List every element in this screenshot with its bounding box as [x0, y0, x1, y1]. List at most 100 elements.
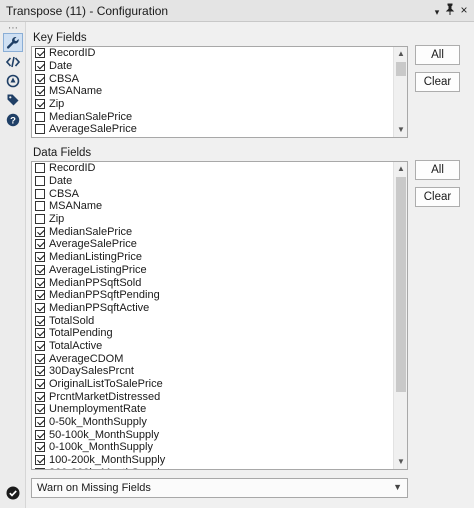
checkbox[interactable]	[35, 467, 45, 469]
list-item[interactable]: RecordID	[32, 47, 393, 60]
list-item[interactable]: AverageCDOM	[32, 352, 393, 365]
data-fields-clear-button[interactable]: Clear	[415, 187, 460, 207]
checkbox[interactable]	[35, 417, 45, 428]
checkbox[interactable]	[35, 429, 45, 440]
checkbox[interactable]	[35, 73, 45, 84]
scroll-thumb[interactable]	[396, 177, 406, 392]
data-fields-scrollbar[interactable]: ▲ ▼	[393, 162, 407, 469]
checkbox[interactable]	[35, 86, 45, 97]
checkbox[interactable]	[35, 99, 45, 110]
checkbox[interactable]	[35, 391, 45, 402]
list-item[interactable]: MedianListingPrice	[32, 251, 393, 264]
checkbox[interactable]	[35, 277, 45, 288]
list-item[interactable]: 100-200k_MonthSupply	[32, 454, 393, 467]
checkbox[interactable]	[35, 404, 45, 415]
list-item[interactable]: Date	[32, 175, 393, 188]
list-item[interactable]: RecordID	[32, 162, 393, 175]
list-item[interactable]: TotalPending	[32, 327, 393, 340]
field-name-label: CBSA	[49, 187, 79, 200]
checkbox[interactable]	[35, 328, 45, 339]
list-item[interactable]: MedianPPSqftPending	[32, 289, 393, 302]
list-item[interactable]: MedianSalePrice	[32, 110, 393, 123]
key-fields-scrollbar[interactable]: ▲ ▼	[393, 47, 407, 137]
list-item[interactable]: TotalSold	[32, 314, 393, 327]
list-item[interactable]: TotalActive	[32, 340, 393, 353]
checkbox[interactable]	[35, 239, 45, 250]
checkbox[interactable]	[35, 315, 45, 326]
chevron-down-icon[interactable]: ▼	[393, 482, 402, 492]
checkbox[interactable]	[35, 264, 45, 275]
missing-fields-dropdown[interactable]: Warn on Missing Fields ▼	[31, 478, 408, 498]
checkbox[interactable]	[35, 111, 45, 122]
checkbox[interactable]	[35, 366, 45, 377]
key-fields-all-button[interactable]: All	[415, 45, 460, 65]
list-item[interactable]: CBSA	[32, 72, 393, 85]
list-item[interactable]: MedianPPSqftSold	[32, 276, 393, 289]
tag-icon[interactable]	[3, 90, 23, 109]
menu-dropdown-icon[interactable]: ▾	[431, 5, 443, 19]
close-icon[interactable]: ×	[458, 3, 470, 17]
list-item[interactable]: AverageSalePrice	[32, 238, 393, 251]
target-icon[interactable]	[3, 71, 23, 90]
checkbox[interactable]	[35, 290, 45, 301]
checkbox[interactable]	[35, 124, 45, 135]
checkbox[interactable]	[35, 302, 45, 313]
checkbox[interactable]	[35, 226, 45, 237]
checkbox[interactable]	[35, 61, 45, 72]
wrench-icon[interactable]	[3, 33, 23, 52]
checkbox[interactable]	[35, 176, 45, 187]
checkbox[interactable]	[35, 201, 45, 212]
scroll-up-arrow-icon[interactable]: ▲	[394, 162, 407, 176]
list-item[interactable]: Zip	[32, 98, 393, 111]
list-item[interactable]: MSAName	[32, 85, 393, 98]
missing-fields-selected: Warn on Missing Fields	[37, 482, 151, 494]
checkbox[interactable]	[35, 137, 45, 138]
field-name-label: TotalPending	[49, 327, 113, 340]
data-fields-list[interactable]: RecordID Date CBSA MSAName Zip MedianSalePric…	[31, 161, 408, 470]
checkbox[interactable]	[35, 353, 45, 364]
pin-icon[interactable]	[444, 3, 456, 19]
list-item[interactable]: MedianSalePrice	[32, 225, 393, 238]
list-item[interactable]: MedianListingPrice	[32, 136, 393, 138]
scroll-up-arrow-icon[interactable]: ▲	[394, 47, 407, 61]
checkbox[interactable]	[35, 163, 45, 174]
list-item[interactable]: CBSA	[32, 187, 393, 200]
checkbox[interactable]	[35, 442, 45, 453]
data-fields-label: Data Fields	[33, 147, 92, 159]
list-item[interactable]: MedianPPSqftActive	[32, 302, 393, 315]
list-item[interactable]: 0-100k_MonthSupply	[32, 441, 393, 454]
code-icon[interactable]	[3, 52, 23, 71]
list-item[interactable]: AverageSalePrice	[32, 123, 393, 136]
field-name-label: RecordID	[49, 162, 96, 175]
list-item[interactable]: 30DaySalesPrcnt	[32, 365, 393, 378]
help-icon[interactable]: ?	[3, 110, 23, 129]
title-bar: Transpose (11) - Configuration ▾ ×	[0, 0, 474, 22]
checkbox[interactable]	[35, 379, 45, 390]
data-fields-all-button[interactable]: All	[415, 160, 460, 180]
list-item[interactable]: Date	[32, 60, 393, 73]
checkbox[interactable]	[35, 188, 45, 199]
field-name-label: TotalSold	[49, 314, 95, 327]
field-name-label: AverageSalePrice	[49, 123, 137, 136]
checkbox[interactable]	[35, 214, 45, 225]
list-item[interactable]: MSAName	[32, 200, 393, 213]
list-item[interactable]: 50-100k_MonthSupply	[32, 428, 393, 441]
checkbox[interactable]	[35, 252, 45, 263]
list-item[interactable]: 200-300k_MonthSupply	[32, 467, 393, 469]
list-item[interactable]: AverageListingPrice	[32, 264, 393, 277]
list-item[interactable]: UnemploymentRate	[32, 403, 393, 416]
checkbox[interactable]	[35, 340, 45, 351]
list-item[interactable]: 0-50k_MonthSupply	[32, 416, 393, 429]
scroll-down-arrow-icon[interactable]: ▼	[394, 455, 407, 469]
key-fields-clear-button[interactable]: Clear	[415, 72, 460, 92]
list-item[interactable]: PrcntMarketDistressed	[32, 390, 393, 403]
key-fields-list[interactable]: RecordID Date CBSA MSAName Zip MedianSalePric…	[31, 46, 408, 138]
checkbox[interactable]	[35, 455, 45, 466]
field-name-label: MedianPPSqftPending	[49, 289, 160, 302]
scroll-thumb[interactable]	[396, 62, 406, 76]
svg-text:?: ?	[10, 115, 16, 126]
scroll-down-arrow-icon[interactable]: ▼	[394, 123, 407, 137]
list-item[interactable]: OriginalListToSalePrice	[32, 378, 393, 391]
list-item[interactable]: Zip	[32, 213, 393, 226]
checkbox[interactable]	[35, 48, 45, 59]
